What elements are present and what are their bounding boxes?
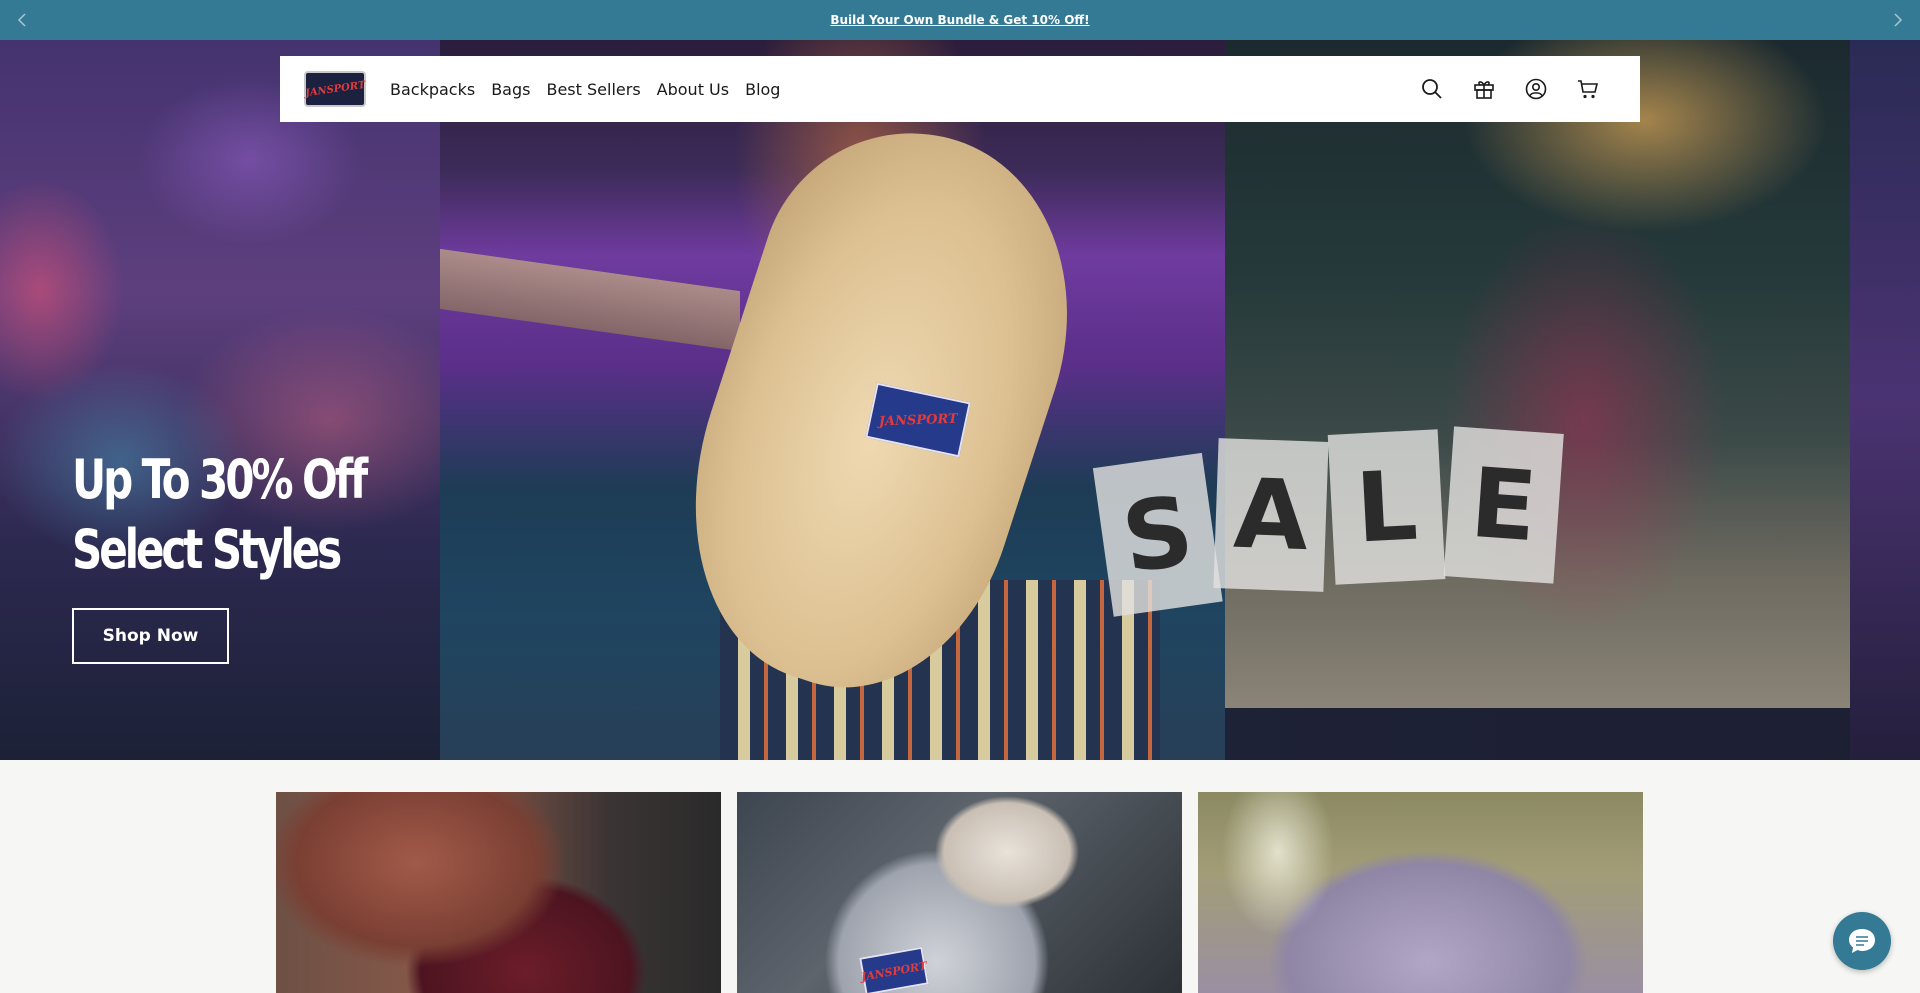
- nav-blog[interactable]: Blog: [745, 80, 780, 99]
- hero-headline-line2: Select Styles: [72, 518, 342, 581]
- header-icons: [1420, 77, 1600, 101]
- hero-sale-letters: S A L E: [1092, 426, 1564, 617]
- category-cards: JANSPORT: [276, 792, 1646, 993]
- cart-icon: [1578, 80, 1599, 99]
- announcement-bar: Build Your Own Bundle & Get 10% Off!: [0, 0, 1920, 40]
- shop-now-button[interactable]: Shop Now: [72, 608, 229, 664]
- chat-button[interactable]: [1833, 912, 1891, 970]
- hero-patch-text: JANSPORT: [878, 411, 958, 429]
- gift-button[interactable]: [1472, 77, 1496, 101]
- sale-letter: S: [1092, 452, 1223, 617]
- brand-logo[interactable]: JANSPORT: [304, 71, 366, 107]
- chevron-right-icon: [1894, 13, 1903, 27]
- sale-letter: L: [1327, 429, 1446, 585]
- hero-background-right: [1850, 40, 1920, 760]
- account-button[interactable]: [1524, 77, 1548, 101]
- hero-banner: JANSPORT S A L E Up To 30% Off Select St…: [0, 40, 1920, 760]
- site-header: JANSPORT Backpacks Bags Best Sellers Abo…: [280, 56, 1640, 122]
- account-icon: [1525, 78, 1547, 100]
- card-maroon-backpack[interactable]: [276, 792, 721, 993]
- card-clear-backpack[interactable]: JANSPORT: [737, 792, 1182, 993]
- gift-icon: [1474, 81, 1494, 99]
- main-nav: Backpacks Bags Best Sellers About Us Blo…: [390, 80, 780, 99]
- announcement-link[interactable]: Build Your Own Bundle & Get 10% Off!: [830, 13, 1089, 27]
- brand-logo-text: JANSPORT: [304, 79, 366, 99]
- card-patch-text: JANSPORT: [860, 958, 928, 984]
- nav-bags[interactable]: Bags: [491, 80, 530, 99]
- search-icon: [1422, 79, 1442, 99]
- card-brand-patch: JANSPORT: [859, 946, 929, 993]
- nav-backpacks[interactable]: Backpacks: [390, 80, 475, 99]
- hero-headline: Up To 30% Off Select Styles: [72, 445, 448, 585]
- sale-letter: E: [1443, 426, 1564, 584]
- announcement-next-button[interactable]: [1878, 0, 1918, 40]
- nav-best-sellers[interactable]: Best Sellers: [546, 80, 640, 99]
- cart-button[interactable]: [1576, 77, 1600, 101]
- chevron-left-icon: [17, 13, 26, 27]
- hero-headline-line1: Up To 30% Off: [72, 448, 368, 511]
- card-lavender-backpack[interactable]: [1198, 792, 1643, 993]
- search-button[interactable]: [1420, 77, 1444, 101]
- sale-letter: A: [1213, 438, 1329, 592]
- chat-icon: [1849, 929, 1875, 953]
- nav-about-us[interactable]: About Us: [657, 80, 729, 99]
- announcement-prev-button[interactable]: [2, 0, 42, 40]
- hero-photo-street: [1225, 40, 1853, 708]
